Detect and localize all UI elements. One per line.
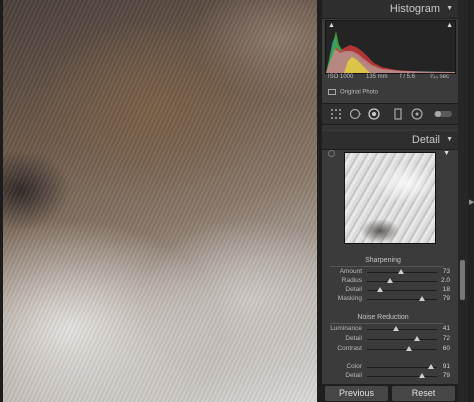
slider-row[interactable]: Amount 73 bbox=[322, 268, 458, 277]
slider-track[interactable] bbox=[367, 326, 437, 331]
slider-value[interactable]: 60 bbox=[443, 345, 450, 352]
slider-row[interactable]: Radius 2.0 bbox=[322, 277, 458, 286]
slider-track[interactable] bbox=[367, 373, 437, 378]
slider-row[interactable]: Masking 79 bbox=[322, 295, 458, 304]
slider-label: Luminance bbox=[330, 325, 362, 332]
original-photo-label: Original Photo bbox=[340, 89, 379, 96]
slider-thumb[interactable] bbox=[392, 326, 399, 331]
histogram-curve bbox=[326, 31, 455, 73]
tool-strip bbox=[322, 103, 458, 125]
slider-track[interactable] bbox=[367, 278, 437, 283]
original-photo-row[interactable]: Original Photo bbox=[328, 89, 378, 96]
panel-scrollbar[interactable] bbox=[458, 0, 468, 402]
panel-band bbox=[322, 125, 458, 130]
crop-overlay-icon[interactable] bbox=[330, 108, 342, 120]
slider-track[interactable] bbox=[367, 296, 437, 301]
slider-value[interactable]: 41 bbox=[443, 325, 450, 332]
adjustment-brush-icon[interactable] bbox=[434, 111, 452, 117]
triangle-down-icon[interactable]: ▼ bbox=[446, 5, 453, 12]
slider-thumb[interactable] bbox=[387, 278, 394, 283]
shadow-clipping-icon[interactable]: ▲ bbox=[328, 22, 335, 29]
slider-track[interactable] bbox=[367, 336, 437, 341]
slider-value[interactable]: 2.0 bbox=[441, 277, 450, 284]
slider-track[interactable] bbox=[367, 364, 437, 369]
slider-value[interactable]: 73 bbox=[443, 268, 450, 275]
slider-thumb[interactable] bbox=[419, 296, 426, 301]
bottom-button-bar: Previous Reset bbox=[322, 384, 458, 402]
panel-scrollbar-thumb[interactable] bbox=[460, 260, 465, 300]
noise-reduction-title: Noise Reduction bbox=[357, 314, 409, 321]
detail-header[interactable]: Detail ▼ bbox=[322, 131, 458, 150]
slider-label: Detail bbox=[345, 286, 362, 293]
slider-row[interactable]: Color 91 bbox=[322, 363, 458, 372]
right-panel: Histogram ▼ ▲ ▲ ISO 1000 135 mm f / 5.6 … bbox=[322, 0, 458, 402]
slider-value[interactable]: 79 bbox=[443, 372, 450, 379]
slider-row[interactable]: Detail 79 bbox=[322, 372, 458, 381]
slider-row[interactable]: Contrast 60 bbox=[322, 345, 458, 354]
slider-row[interactable]: Detail 18 bbox=[322, 286, 458, 295]
reset-button[interactable]: Reset bbox=[392, 386, 455, 401]
exif-iso: ISO 1000 bbox=[328, 74, 354, 80]
spot-removal-icon[interactable] bbox=[349, 108, 361, 120]
slider-thumb[interactable] bbox=[419, 373, 426, 378]
left-panel-edge[interactable] bbox=[0, 0, 3, 402]
slider-value[interactable]: 79 bbox=[443, 295, 450, 302]
slider-row[interactable]: Detail 72 bbox=[322, 335, 458, 344]
slider-label: Contrast bbox=[337, 345, 362, 352]
slider-thumb[interactable] bbox=[376, 287, 383, 292]
exif-shutter: ¹⁄₄₀ sec bbox=[430, 74, 449, 80]
slider-track[interactable] bbox=[367, 269, 437, 274]
red-eye-icon[interactable] bbox=[368, 108, 380, 120]
histogram-graph[interactable]: ▲ ▲ bbox=[325, 20, 456, 74]
slider-track[interactable] bbox=[367, 287, 437, 292]
exif-aperture: f / 5.6 bbox=[400, 74, 416, 80]
noise-reduction-rule bbox=[330, 323, 444, 324]
original-photo-icon bbox=[328, 89, 336, 95]
slider-thumb[interactable] bbox=[406, 346, 412, 351]
triangle-down-icon[interactable]: ▼ bbox=[446, 136, 453, 143]
graduated-filter-icon[interactable] bbox=[392, 108, 404, 120]
slider-value[interactable]: 91 bbox=[443, 363, 450, 370]
previous-button[interactable]: Previous bbox=[325, 386, 388, 401]
slider-track[interactable] bbox=[367, 346, 437, 351]
slider-label: Color bbox=[346, 363, 362, 370]
slider-label: Masking bbox=[337, 295, 362, 302]
slider-thumb[interactable] bbox=[427, 364, 434, 369]
highlight-clipping-icon[interactable]: ▲ bbox=[446, 22, 453, 29]
slider-thumb[interactable] bbox=[414, 336, 421, 341]
expand-arrow-icon[interactable]: ▶ bbox=[469, 198, 474, 206]
photo-canvas[interactable] bbox=[0, 0, 317, 402]
detail-preview-thumbnail[interactable] bbox=[344, 152, 436, 244]
radial-filter-icon[interactable] bbox=[411, 108, 423, 120]
sharpening-title: Sharpening bbox=[365, 257, 401, 264]
slider-value[interactable]: 18 bbox=[443, 286, 450, 293]
slider-row[interactable]: Luminance 41 bbox=[322, 325, 458, 334]
slider-thumb[interactable] bbox=[398, 269, 405, 274]
sharpening-rule bbox=[330, 266, 444, 267]
slider-label: Amount bbox=[339, 268, 362, 275]
detail-preview-menu-icon[interactable]: ▼ bbox=[443, 150, 450, 157]
exif-focal-length: 135 mm bbox=[366, 74, 388, 80]
slider-value[interactable]: 72 bbox=[443, 335, 450, 342]
slider-label: Radius bbox=[341, 277, 362, 284]
detail-target-icon[interactable] bbox=[328, 150, 335, 157]
slider-label: Detail bbox=[345, 335, 362, 342]
histogram-header[interactable]: Histogram ▼ bbox=[322, 0, 458, 19]
slider-label: Detail bbox=[345, 372, 362, 379]
detail-title: Detail bbox=[411, 134, 440, 146]
histogram-title: Histogram bbox=[389, 3, 440, 15]
exif-info: ISO 1000 135 mm f / 5.6 ¹⁄₄₀ sec bbox=[328, 74, 452, 84]
